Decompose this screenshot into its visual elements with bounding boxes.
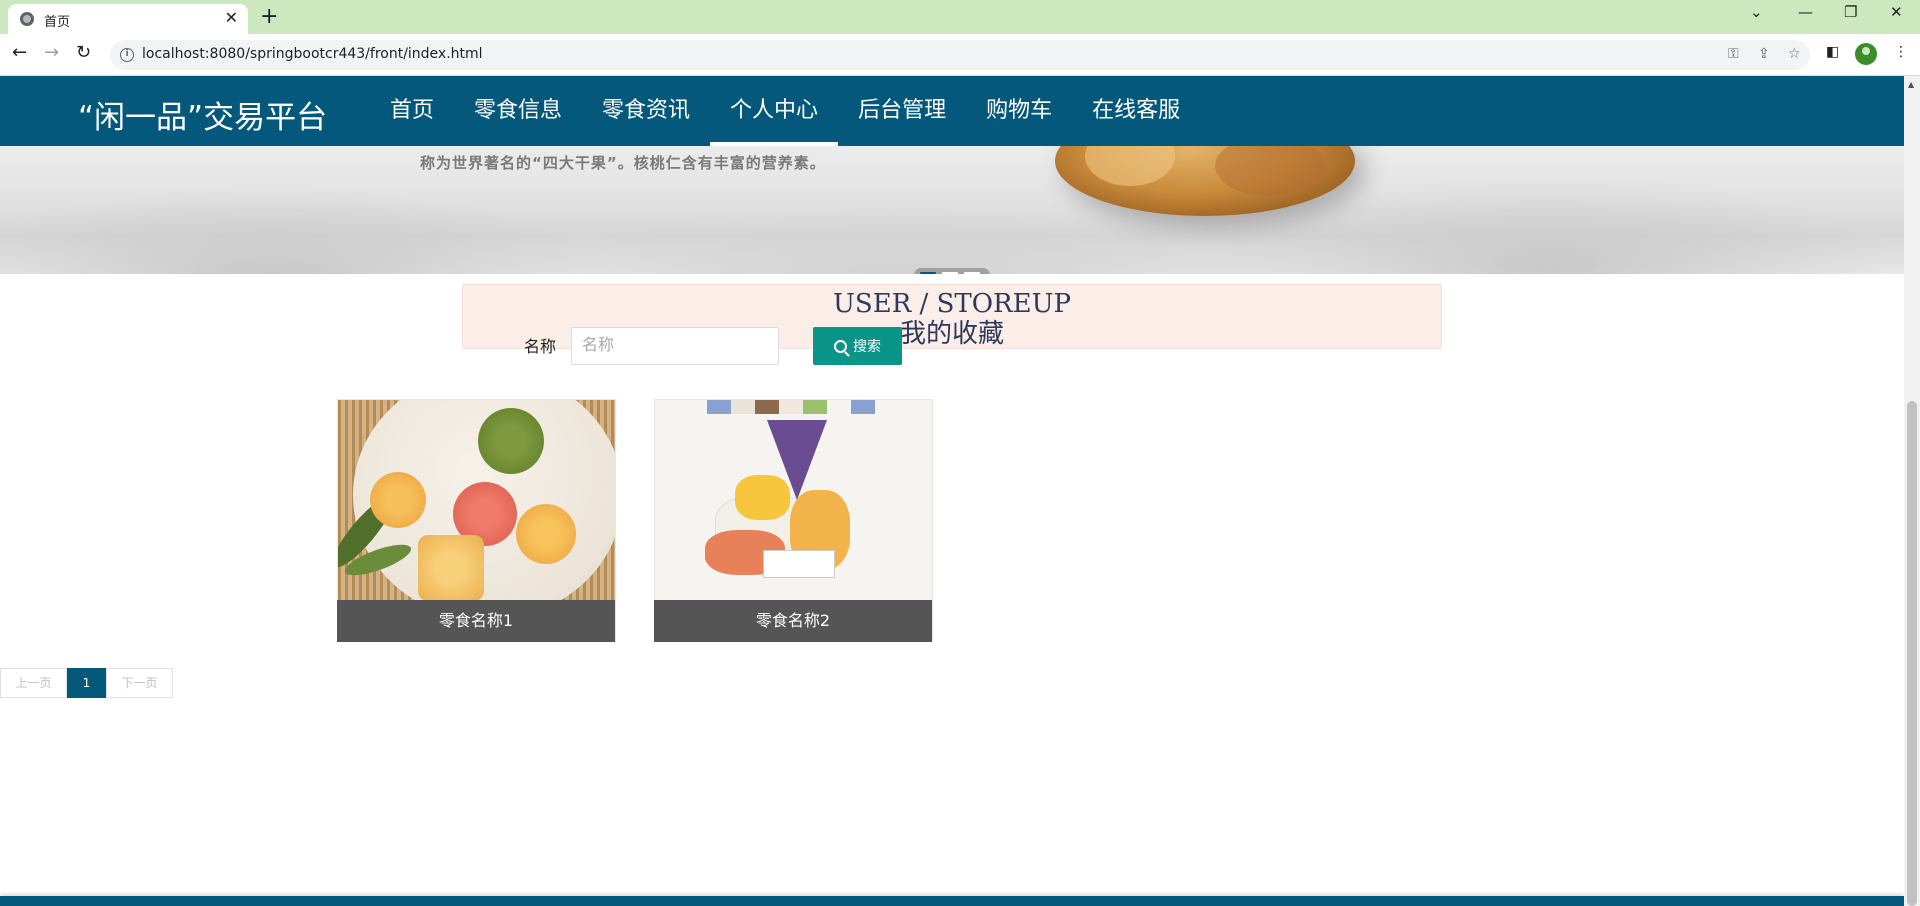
- snack-image: [338, 400, 615, 600]
- bag-stripe: [851, 400, 875, 414]
- search-name-input[interactable]: [571, 327, 779, 365]
- address-bar[interactable]: i localhost:8080/springbootcr443/front/i…: [110, 40, 1810, 70]
- site-header: “闲一品”交易平台 首页 零食信息 零食资讯 个人中心 后台管理 购物车 在线客…: [0, 76, 1904, 146]
- back-icon[interactable]: ←: [12, 42, 27, 63]
- browser-tab[interactable]: 首页 ✕: [8, 4, 248, 34]
- globe-icon: [20, 12, 34, 26]
- site-info-icon[interactable]: i: [120, 48, 134, 62]
- bag-stripe: [755, 400, 779, 414]
- mooncake: [478, 408, 544, 474]
- new-tab-button[interactable]: +: [260, 4, 278, 29]
- favorite-item-card[interactable]: 零食名称1: [337, 399, 616, 642]
- reload-icon[interactable]: ↻: [76, 42, 91, 63]
- scroll-up-icon[interactable]: ▲: [1908, 80, 1914, 89]
- nav-item-admin[interactable]: 后台管理: [838, 76, 966, 146]
- tab-search-icon[interactable]: ⌄: [1750, 3, 1763, 21]
- bag-stripe: [707, 400, 731, 414]
- carousel-dot[interactable]: [942, 272, 958, 274]
- snack-image: [655, 400, 932, 600]
- page-number-button[interactable]: 1: [67, 668, 106, 698]
- close-tab-icon[interactable]: ✕: [225, 8, 238, 27]
- carousel-dot[interactable]: [920, 272, 936, 274]
- url-text[interactable]: localhost:8080/springbootcr443/front/ind…: [142, 46, 483, 62]
- window-close-button[interactable]: ✕: [1890, 3, 1903, 21]
- site-brand[interactable]: “闲一品”交易平台: [78, 92, 327, 137]
- banner-carousel[interactable]: 称为世界著名的“四大干果”。核桃仁含有丰富的营养素。: [0, 146, 1904, 274]
- next-page-button[interactable]: 下一页: [106, 668, 173, 698]
- product-tag: [763, 550, 835, 578]
- forward-icon[interactable]: →: [44, 42, 59, 63]
- profile-avatar-icon[interactable]: [1855, 43, 1877, 65]
- nav-item-cart[interactable]: 购物车: [966, 76, 1072, 146]
- item-name[interactable]: 零食名称2: [654, 600, 932, 642]
- brand-label-shape: [767, 420, 827, 500]
- mooncake: [370, 472, 426, 528]
- browser-toolbar: ← → ↻ i localhost:8080/springbootcr443/f…: [0, 34, 1920, 76]
- search-button-label: 搜索: [853, 339, 881, 355]
- share-icon[interactable]: ⇪: [1758, 46, 1770, 62]
- browser-tabstrip: 首页 ✕ + ⌄ — ❐ ✕: [0, 0, 1920, 34]
- search-button[interactable]: 搜索: [813, 327, 902, 365]
- tab-title: 首页: [44, 15, 71, 30]
- side-panel-icon[interactable]: ◧: [1826, 44, 1839, 60]
- nav-item-customer-service[interactable]: 在线客服: [1072, 76, 1200, 146]
- page-viewport: “闲一品”交易平台 首页 零食信息 零食资讯 个人中心 后台管理 购物车 在线客…: [0, 76, 1920, 906]
- site-footer: [0, 896, 1904, 906]
- nav-item-personal-center[interactable]: 个人中心: [710, 76, 839, 146]
- search-label: 名称: [524, 337, 557, 356]
- carousel-indicators: [914, 268, 990, 274]
- prev-page-button[interactable]: 上一页: [0, 668, 67, 698]
- browser-menu-icon[interactable]: ⋮: [1894, 44, 1908, 60]
- minimize-button[interactable]: —: [1798, 3, 1813, 21]
- key-icon[interactable]: ⚿: [1728, 46, 1739, 62]
- banner-caption: 称为世界著名的“四大干果”。核桃仁含有丰富的营养素。: [420, 154, 826, 172]
- page-scrollbar[interactable]: ▲: [1904, 76, 1920, 906]
- pagination: 上一页 1 下一页: [0, 668, 173, 698]
- main-nav: 首页 零食信息 零食资讯 个人中心 后台管理 购物车 在线客服: [370, 76, 1200, 146]
- mooncake: [516, 504, 576, 564]
- bag-stripe: [731, 400, 755, 414]
- nav-item-snack-info[interactable]: 零食信息: [454, 76, 582, 146]
- favorite-item-card[interactable]: 零食名称2: [654, 399, 933, 642]
- nav-item-snack-news[interactable]: 零食资讯: [582, 76, 710, 146]
- nav-item-home[interactable]: 首页: [370, 76, 454, 146]
- section-title-en: USER / STOREUP: [833, 289, 1071, 319]
- carousel-dot[interactable]: [964, 272, 980, 274]
- bag-stripe: [779, 400, 803, 414]
- item-name[interactable]: 零食名称1: [337, 600, 615, 642]
- restore-button[interactable]: ❐: [1844, 3, 1857, 21]
- bookmark-star-icon[interactable]: ☆: [1788, 46, 1801, 62]
- bag-stripe: [803, 400, 827, 414]
- search-icon: [834, 339, 847, 353]
- mooncake: [418, 535, 484, 600]
- scrollbar-thumb[interactable]: [1907, 401, 1917, 906]
